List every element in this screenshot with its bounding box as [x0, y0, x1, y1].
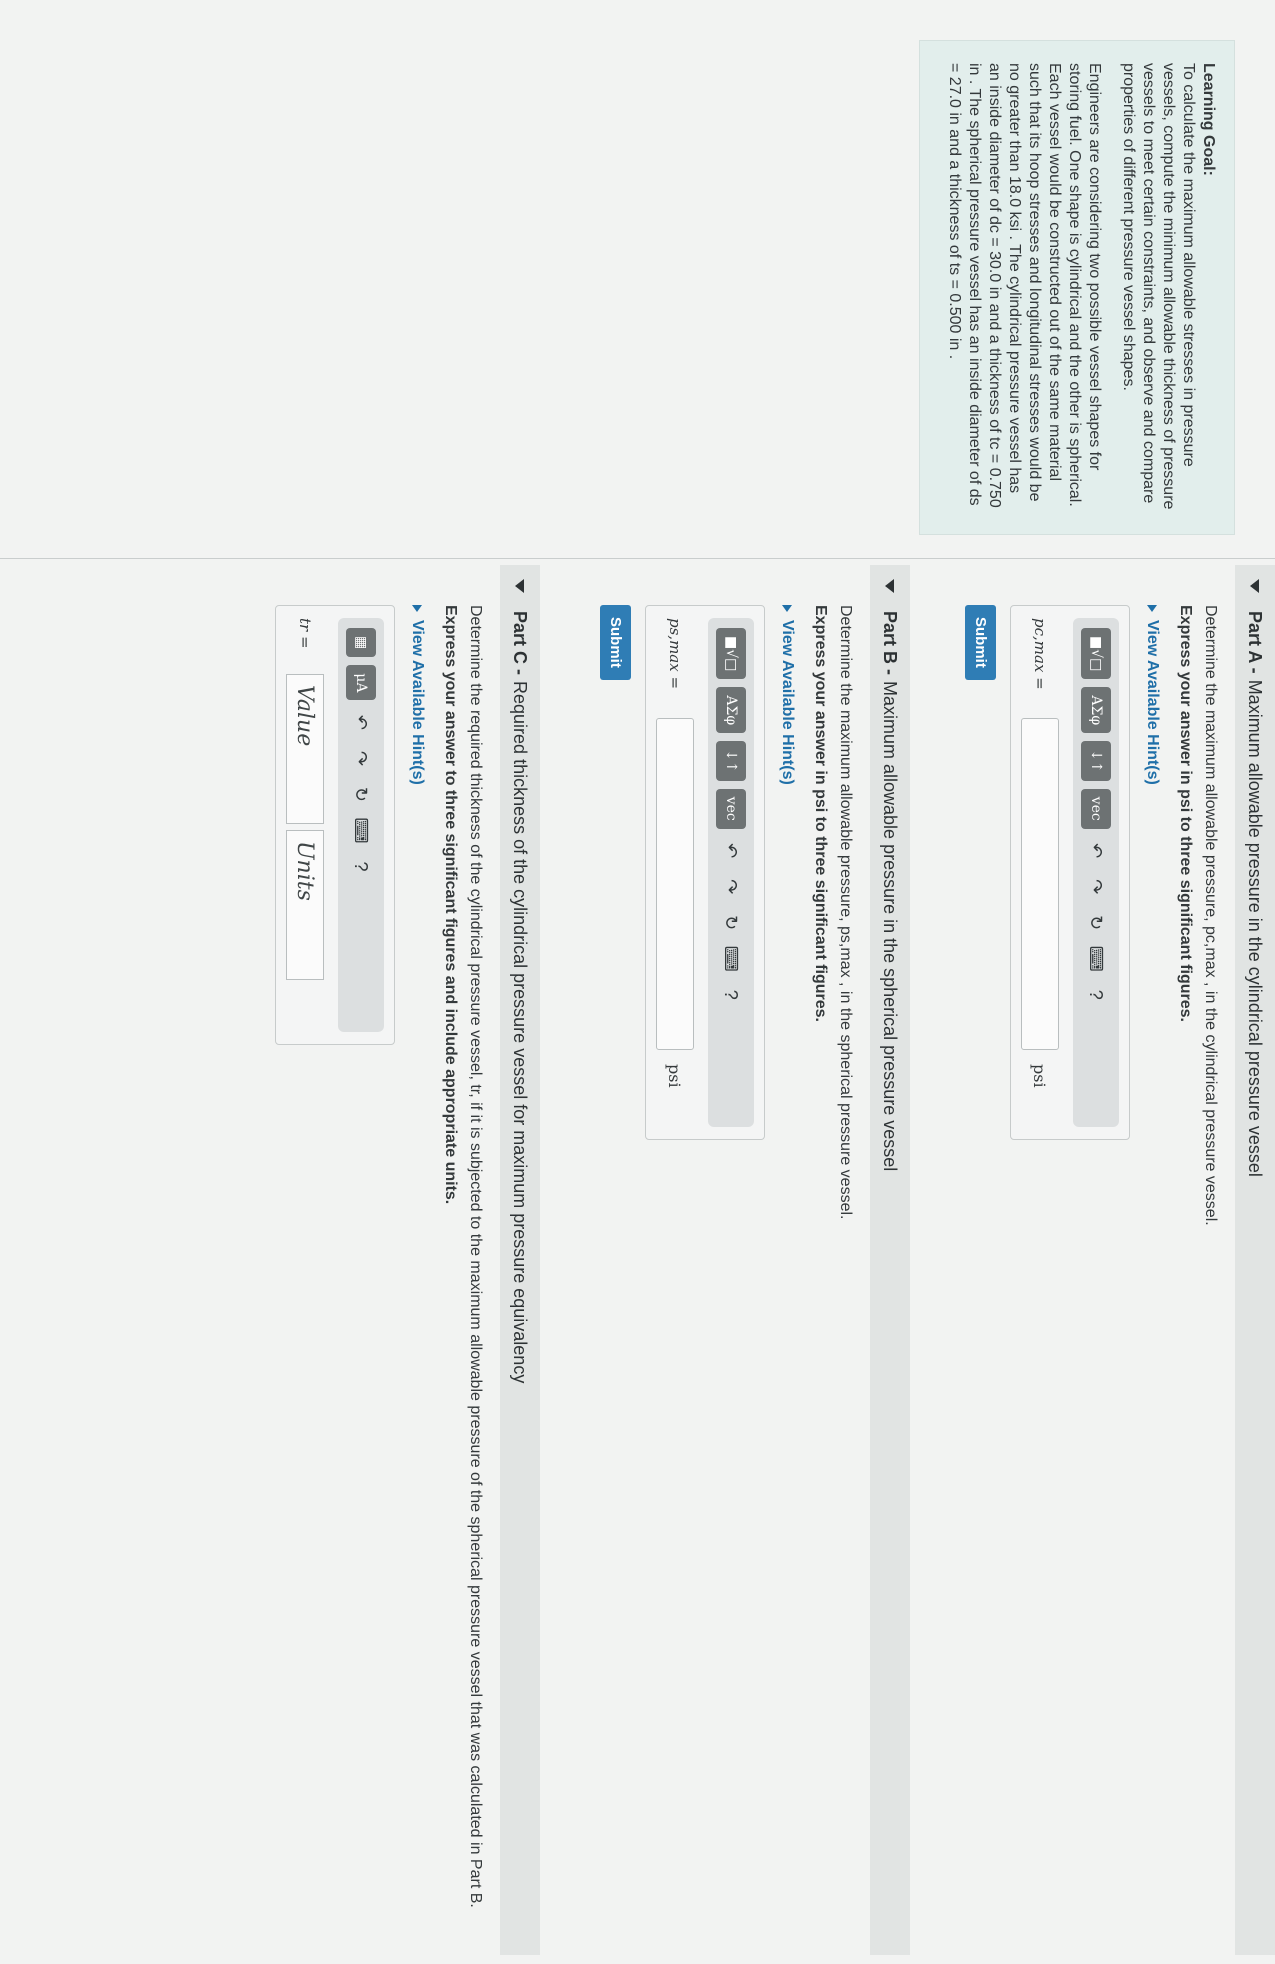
- part-a: Part A - Maximum allowable pressure in t…: [965, 565, 1275, 1955]
- templates-button[interactable]: ■√□: [716, 628, 746, 680]
- part-b-submit-button[interactable]: Submit: [600, 605, 631, 680]
- part-a-label: Part A -: [1245, 611, 1266, 674]
- keyboard-icon[interactable]: ⌨: [1081, 945, 1111, 973]
- part-a-submit-button[interactable]: Submit: [965, 605, 996, 680]
- part-b-answer-box: ■√□ ΑΣφ ↓↑ vec ↶ ↷ ↻ ⌨ ? ps,max = psi: [645, 605, 765, 1140]
- learning-goal-heading: Learning Goal:: [1200, 63, 1217, 176]
- hint-label: View Available Hint(s): [1144, 620, 1161, 785]
- page: Learning Goal: To calculate the maximum …: [0, 0, 1275, 1964]
- expand-arrow-icon: [412, 605, 423, 612]
- part-c: Part C - Required thickness of the cylin…: [275, 565, 540, 1955]
- learning-goal-panel: Learning Goal: To calculate the maximum …: [919, 40, 1235, 535]
- part-c-prompt: Determine the required thickness of the …: [467, 605, 484, 1908]
- pc-max-input[interactable]: [1021, 718, 1059, 1050]
- part-c-hint-link[interactable]: View Available Hint(s): [407, 605, 428, 1955]
- part-a-answer-box: ■√□ ΑΣφ ↓↑ vec ↶ ↷ ↻ ⌨ ? pc,max = psi: [1010, 605, 1130, 1140]
- hint-label: View Available Hint(s): [409, 620, 426, 785]
- collapse-caret-icon[interactable]: [515, 579, 525, 593]
- part-a-instruction: Express your answer in psi to three sign…: [1177, 605, 1194, 1022]
- undo-icon[interactable]: ↶: [716, 837, 746, 865]
- ps-max-label: ps,max =: [666, 618, 684, 690]
- vector-button[interactable]: vec: [716, 788, 746, 829]
- value-input[interactable]: Value: [286, 674, 324, 824]
- expand-arrow-icon: [1147, 605, 1158, 612]
- ps-max-input[interactable]: [656, 718, 694, 1050]
- redo-icon[interactable]: ↷: [716, 873, 746, 901]
- part-b: Part B - Maximum allowable pressure in t…: [600, 565, 910, 1955]
- problem-statement: Engineers are considering two possible v…: [946, 63, 1103, 508]
- arrows-button[interactable]: ↓↑: [716, 741, 746, 781]
- math-toolbar: ■√□ ΑΣφ ↓↑ vec ↶ ↷ ↻ ⌨ ?: [1073, 618, 1119, 1127]
- greek-letters-button[interactable]: ΑΣφ: [1081, 687, 1111, 734]
- hint-label: View Available Hint(s): [779, 620, 796, 785]
- part-b-hint-link[interactable]: View Available Hint(s): [777, 605, 798, 1955]
- part-b-title: Maximum allowable pressure in the spheri…: [880, 681, 901, 1172]
- part-b-label: Part B -: [880, 611, 901, 676]
- keyboard-icon[interactable]: ⌨: [716, 945, 746, 973]
- part-a-hint-link[interactable]: View Available Hint(s): [1142, 605, 1163, 1955]
- part-a-prompt: Determine the maximum allowable pressure…: [1202, 605, 1219, 1226]
- undo-icon[interactable]: ↶: [1081, 837, 1111, 865]
- math-toolbar: ▦ μA ↶ ↷ ↻ ⌨ ?: [338, 618, 384, 1032]
- collapse-caret-icon[interactable]: [885, 579, 895, 593]
- templates-button[interactable]: ▦: [346, 628, 376, 658]
- reset-icon[interactable]: ↻: [716, 909, 746, 937]
- column-divider: [0, 558, 1275, 559]
- tr-label: tr =: [296, 618, 314, 649]
- part-c-header[interactable]: Part C - Required thickness of the cylin…: [500, 565, 540, 1955]
- reset-icon[interactable]: ↻: [1081, 909, 1111, 937]
- math-toolbar: ■√□ ΑΣφ ↓↑ vec ↶ ↷ ↻ ⌨ ?: [708, 618, 754, 1127]
- unit-label: psi: [665, 1064, 685, 1088]
- arrows-button[interactable]: ↓↑: [1081, 741, 1111, 781]
- templates-button[interactable]: ■√□: [1081, 628, 1111, 680]
- units-button[interactable]: μA: [346, 665, 376, 701]
- part-a-title: Maximum allowable pressure in the cylind…: [1245, 679, 1266, 1177]
- learning-goal-text: To calculate the maximum allowable stres…: [1120, 63, 1197, 510]
- part-c-instruction: Express your answer to three significant…: [442, 605, 459, 1205]
- help-icon[interactable]: ?: [1081, 981, 1111, 1009]
- units-input[interactable]: Units: [286, 830, 324, 980]
- redo-icon[interactable]: ↷: [1081, 873, 1111, 901]
- keyboard-icon[interactable]: ⌨: [346, 816, 376, 844]
- reset-icon[interactable]: ↻: [346, 780, 376, 808]
- vector-button[interactable]: vec: [1081, 788, 1111, 829]
- part-c-title: Required thickness of the cylindrical pr…: [510, 681, 531, 1384]
- unit-label: psi: [1030, 1064, 1050, 1088]
- help-icon[interactable]: ?: [716, 981, 746, 1009]
- expand-arrow-icon: [782, 605, 793, 612]
- undo-icon[interactable]: ↶: [346, 708, 376, 736]
- help-icon[interactable]: ?: [346, 852, 376, 880]
- part-b-header[interactable]: Part B - Maximum allowable pressure in t…: [870, 565, 910, 1955]
- greek-letters-button[interactable]: ΑΣφ: [716, 687, 746, 734]
- collapse-caret-icon[interactable]: [1250, 579, 1260, 593]
- part-a-header[interactable]: Part A - Maximum allowable pressure in t…: [1235, 565, 1275, 1955]
- part-b-prompt: Determine the maximum allowable pressure…: [837, 605, 854, 1220]
- part-b-instruction: Express your answer in psi to three sign…: [812, 605, 829, 1022]
- part-c-answer-box: ▦ μA ↶ ↷ ↻ ⌨ ? tr = Value Units: [275, 605, 395, 1045]
- redo-icon[interactable]: ↷: [346, 744, 376, 772]
- pc-max-label: pc,max =: [1031, 618, 1049, 690]
- part-c-label: Part C -: [510, 611, 531, 676]
